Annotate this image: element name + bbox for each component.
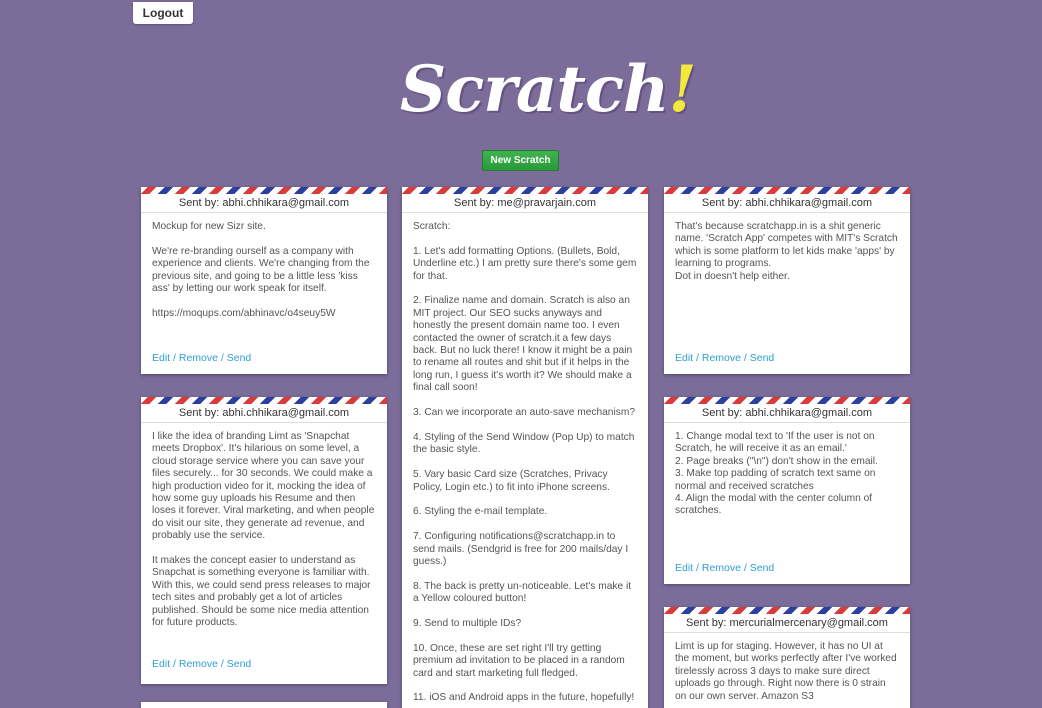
app-logo: Scratch! [400,42,697,138]
card-body: 1. Change modal text to 'If the user is … [675,431,878,517]
edit-link[interactable]: Edit [675,352,693,364]
scratch-card-partial [141,702,387,708]
card-body: That's because scratchapp.in is a shit g… [675,221,898,282]
airmail-stripe [402,187,648,194]
send-link[interactable]: Send [227,658,252,670]
edit-link[interactable]: Edit [152,352,170,364]
card-sender: Sent by: mercurialmercenary@gmail.com [664,614,910,633]
card-sender: Sent by: abhi.chhikara@gmail.com [141,194,387,213]
card-body: Limt is up for staging. However, it has … [675,641,900,702]
scratch-card: Sent by: abhi.chhikara@gmail.com That's … [664,187,910,374]
card-sender: Sent by: abhi.chhikara@gmail.com [664,404,910,423]
airmail-stripe [141,187,387,194]
action-separator: / [170,352,179,364]
card-sender: Sent by: abhi.chhikara@gmail.com [141,404,387,423]
card-actions: Edit / Remove / Send [152,352,251,364]
airmail-stripe [664,187,910,194]
card-sender: Sent by: me@pravarjain.com [402,194,648,213]
action-separator: / [740,352,750,364]
logo-text: Scratch [400,52,669,127]
airmail-stripe [664,607,910,614]
action-separator: / [693,562,702,574]
logout-button[interactable]: Logout [133,2,193,24]
edit-link[interactable]: Edit [675,562,693,574]
card-body: I like the idea of branding Limt as 'Sna… [152,431,375,629]
action-separator: / [217,352,227,364]
scratch-card: Sent by: abhi.chhikara@gmail.com I like … [141,397,387,684]
card-actions: Edit / Remove / Send [675,352,774,364]
remove-link[interactable]: Remove [702,352,741,364]
card-actions: Edit / Remove / Send [675,562,774,574]
action-separator: / [170,658,179,670]
action-separator: / [217,658,227,670]
send-link[interactable]: Send [750,562,775,574]
edit-link[interactable]: Edit [152,658,170,670]
scratch-card: Sent by: mercurialmercenary@gmail.com Li… [664,607,910,708]
airmail-stripe [141,397,387,404]
action-separator: / [693,352,702,364]
logo-bang: ! [668,52,696,127]
send-link[interactable]: Send [227,352,252,364]
remove-link[interactable]: Remove [702,562,741,574]
action-separator: / [740,562,750,574]
remove-link[interactable]: Remove [179,352,218,364]
card-body: Mockup for new Sizr site. We're re-brand… [152,221,370,319]
airmail-stripe [664,397,910,404]
scratch-card: Sent by: abhi.chhikara@gmail.com 1. Chan… [664,397,910,584]
scratch-card: Sent by: abhi.chhikara@gmail.com Mockup … [141,187,387,374]
card-sender: Sent by: abhi.chhikara@gmail.com [664,194,910,213]
send-link[interactable]: Send [750,352,775,364]
card-actions: Edit / Remove / Send [152,658,251,670]
scratch-card: Sent by: me@pravarjain.com Scratch: 1. L… [402,187,648,708]
card-body: Scratch: 1. Let's add formatting Options… [413,221,637,704]
remove-link[interactable]: Remove [179,658,218,670]
new-scratch-button[interactable]: New Scratch [482,150,559,171]
